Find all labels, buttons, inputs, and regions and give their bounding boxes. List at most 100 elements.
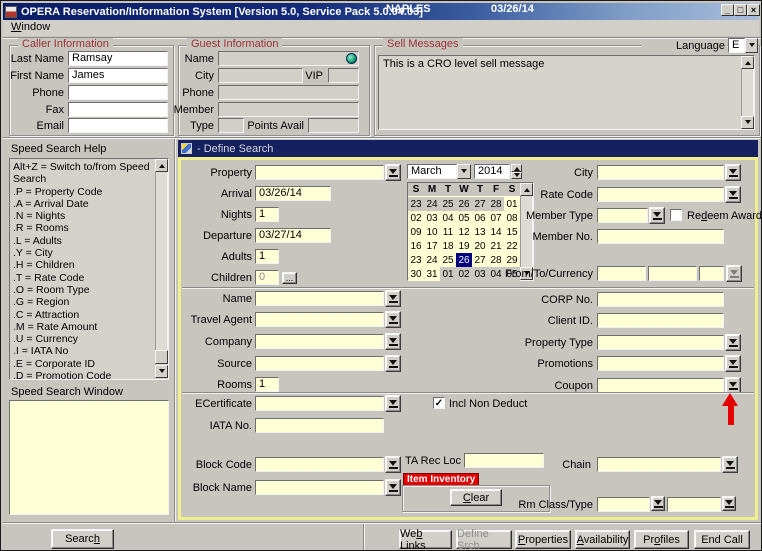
calendar-day[interactable]: 28 xyxy=(488,253,504,267)
corp-no-field[interactable] xyxy=(597,292,724,307)
calendar-day[interactable]: 03 xyxy=(424,211,440,225)
calendar-day[interactable]: 24 xyxy=(424,253,440,267)
sell-scroll-track[interactable] xyxy=(741,69,754,116)
minimize-button[interactable]: _ xyxy=(721,4,734,16)
web-links-button[interactable]: Web Links xyxy=(399,530,452,549)
rooms-field[interactable]: 1 xyxy=(255,377,279,392)
currency-field[interactable] xyxy=(699,266,724,281)
currency-lov-icon[interactable] xyxy=(726,265,742,282)
rate-code-lov-icon[interactable] xyxy=(725,186,741,203)
calendar-day[interactable]: 02 xyxy=(456,267,472,281)
calendar-day[interactable]: 27 xyxy=(472,253,488,267)
block-name-field[interactable] xyxy=(255,480,384,495)
availability-button[interactable]: Availability xyxy=(575,530,630,549)
city-lov-icon[interactable] xyxy=(725,164,741,181)
name-lov-icon[interactable] xyxy=(385,290,401,307)
redeem-award-checkbox[interactable] xyxy=(670,209,682,221)
children-ellipsis-button[interactable]: ... xyxy=(282,272,297,284)
calendar-day[interactable]: 23 xyxy=(408,253,424,267)
promotions-lov-icon[interactable] xyxy=(725,355,741,372)
calendar-month-field[interactable]: March xyxy=(407,164,457,179)
calendar-day[interactable]: 01 xyxy=(440,267,456,281)
member-no-field[interactable] xyxy=(597,229,724,244)
close-button[interactable]: × xyxy=(747,4,760,16)
children-field[interactable]: 0 xyxy=(255,270,279,285)
rate-to-field[interactable] xyxy=(648,266,697,281)
company-field[interactable] xyxy=(255,334,384,349)
help-scroll-track[interactable] xyxy=(155,172,168,365)
ta-rec-loc-field[interactable] xyxy=(464,453,544,468)
language-field[interactable]: E xyxy=(728,38,745,53)
search-button[interactable]: Search xyxy=(51,529,114,549)
block-code-field[interactable] xyxy=(255,457,384,472)
help-scroll-down-icon[interactable] xyxy=(155,365,168,378)
iata-no-field[interactable] xyxy=(255,418,384,433)
ecertificate-lov-icon[interactable] xyxy=(385,395,401,412)
ecertificate-field[interactable] xyxy=(255,396,384,411)
rm-type-lov-icon[interactable] xyxy=(722,496,736,511)
travel-agent-field[interactable] xyxy=(255,312,384,327)
calendar-day[interactable]: 25 xyxy=(440,197,456,211)
source-lov-icon[interactable] xyxy=(385,355,401,372)
calendar-day[interactable]: 09 xyxy=(408,225,424,239)
calendar-day[interactable]: 11 xyxy=(440,225,456,239)
promotions-field[interactable] xyxy=(597,356,724,371)
end-call-button[interactable]: End Call xyxy=(694,530,750,549)
calendar-month-dropdown-icon[interactable] xyxy=(457,164,471,179)
incl-non-deduct-checkbox[interactable]: ✓ xyxy=(433,397,445,409)
speed-search-input[interactable] xyxy=(9,400,169,515)
name-field[interactable] xyxy=(255,291,384,306)
calendar-day[interactable]: 19 xyxy=(456,239,472,253)
sell-scroll-down-icon[interactable] xyxy=(741,116,754,129)
calendar-day[interactable]: 23 xyxy=(408,197,424,211)
calendar-day[interactable]: 05 xyxy=(456,211,472,225)
profiles-button[interactable]: Profiles xyxy=(634,530,689,549)
rm-class-field[interactable] xyxy=(597,497,650,512)
property-type-lov-icon[interactable] xyxy=(725,334,741,351)
calendar-day-selected[interactable]: 26 xyxy=(456,253,472,267)
property-field[interactable] xyxy=(255,165,384,180)
adults-field[interactable]: 1 xyxy=(255,249,279,264)
calendar-day[interactable]: 26 xyxy=(456,197,472,211)
city-field[interactable] xyxy=(597,165,724,180)
help-scroll-thumb[interactable] xyxy=(155,350,168,364)
sell-scroll-up-icon[interactable] xyxy=(741,56,754,69)
rm-class-lov-icon[interactable] xyxy=(651,496,665,511)
company-lov-icon[interactable] xyxy=(385,333,401,350)
calendar-day[interactable]: 18 xyxy=(440,239,456,253)
help-scroll-up-icon[interactable] xyxy=(155,159,168,172)
calendar-day[interactable]: 31 xyxy=(424,267,440,281)
chain-lov-icon[interactable] xyxy=(722,456,738,473)
calendar-day[interactable]: 25 xyxy=(440,253,456,267)
source-field[interactable] xyxy=(255,356,384,371)
calendar-day[interactable]: 24 xyxy=(424,197,440,211)
chain-field[interactable] xyxy=(597,457,721,472)
departure-field[interactable]: 03/27/14 xyxy=(255,228,331,243)
calendar-day[interactable]: 16 xyxy=(408,239,424,253)
member-type-lov-icon[interactable] xyxy=(649,207,665,224)
calendar-day[interactable]: 02 xyxy=(408,211,424,225)
client-id-field[interactable] xyxy=(597,313,724,328)
calendar-day[interactable]: 04 xyxy=(440,211,456,225)
calendar-day[interactable]: 10 xyxy=(424,225,440,239)
calendar-day[interactable]: 12 xyxy=(456,225,472,239)
property-type-field[interactable] xyxy=(597,335,724,350)
nights-field[interactable]: 1 xyxy=(255,207,279,222)
block-name-lov-icon[interactable] xyxy=(385,479,401,496)
coupon-field[interactable] xyxy=(597,378,724,393)
language-dropdown-icon[interactable] xyxy=(745,38,758,53)
menu-window[interactable]: Window xyxy=(11,21,50,33)
properties-button[interactable]: Properties xyxy=(515,530,571,549)
property-lov-icon[interactable] xyxy=(385,164,401,181)
calendar-day[interactable]: 29 xyxy=(504,253,520,267)
rate-from-field[interactable] xyxy=(597,266,646,281)
calendar-day[interactable]: 30 xyxy=(408,267,424,281)
maximize-button[interactable]: □ xyxy=(734,4,747,16)
travel-agent-lov-icon[interactable] xyxy=(385,311,401,328)
calendar-day[interactable]: 17 xyxy=(424,239,440,253)
globe-icon[interactable] xyxy=(346,53,357,64)
arrival-field[interactable]: 03/26/14 xyxy=(255,186,331,201)
member-type-field[interactable] xyxy=(597,208,648,223)
rate-code-field[interactable] xyxy=(597,187,724,202)
rm-type-field[interactable] xyxy=(667,497,721,512)
